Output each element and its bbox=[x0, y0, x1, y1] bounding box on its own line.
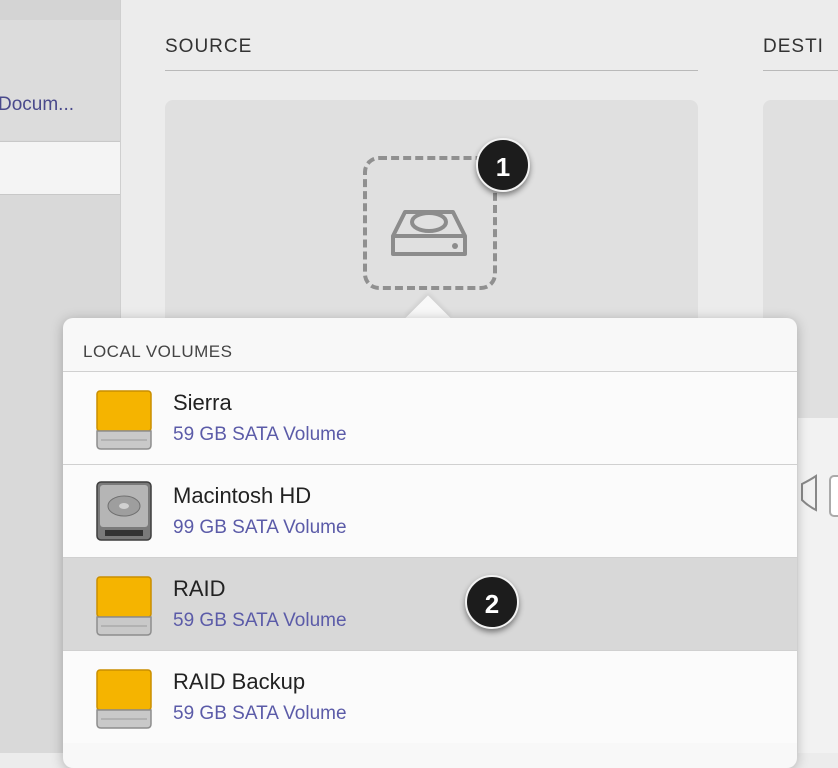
sidebar-item-blank[interactable] bbox=[0, 141, 120, 195]
volume-name: Sierra bbox=[173, 390, 232, 415]
step-badge-2: 2 bbox=[465, 575, 519, 629]
destination-section-title: DESTI bbox=[763, 36, 824, 57]
volume-detail: 99 GB SATA Volume bbox=[173, 517, 347, 538]
external-drive-icon bbox=[96, 576, 152, 636]
external-drive-icon bbox=[96, 669, 152, 729]
source-drive-selector[interactable] bbox=[363, 156, 497, 290]
volume-detail: 59 GB SATA Volume bbox=[173, 703, 347, 724]
volume-item-macintosh-hd[interactable]: Macintosh HD 99 GB SATA Volume bbox=[63, 464, 797, 557]
sidebar-item-label: Docum... bbox=[0, 94, 75, 115]
destination-divider bbox=[763, 70, 838, 71]
volume-popover: LOCAL VOLUMES Sierra 59 GB SATA Volume M… bbox=[63, 318, 797, 768]
source-divider bbox=[165, 70, 698, 71]
source-section-title: SOURCE bbox=[165, 36, 253, 57]
step-badge-1: 1 bbox=[476, 138, 530, 192]
volume-detail: 59 GB SATA Volume bbox=[173, 610, 347, 631]
sidebar-header-gap bbox=[0, 0, 120, 20]
sidebar-item-documents[interactable]: Docum... bbox=[0, 20, 120, 140]
internal-hard-disk-icon bbox=[96, 481, 152, 541]
external-drive-icon bbox=[96, 390, 152, 450]
shield-icon bbox=[801, 474, 838, 517]
destination-controls bbox=[800, 470, 838, 530]
volume-name: RAID bbox=[173, 576, 226, 601]
hard-drive-icon bbox=[391, 210, 467, 256]
volume-item-raid-backup[interactable]: RAID Backup 59 GB SATA Volume bbox=[63, 650, 797, 743]
destination-lower-area bbox=[798, 418, 838, 753]
volume-detail: 59 GB SATA Volume bbox=[173, 424, 347, 445]
volume-name: RAID Backup bbox=[173, 669, 306, 694]
volume-item-sierra[interactable]: Sierra 59 GB SATA Volume bbox=[63, 371, 797, 464]
volume-name: Macintosh HD bbox=[173, 483, 312, 508]
popover-header: LOCAL VOLUMES bbox=[83, 342, 233, 361]
volume-item-raid[interactable]: RAID 59 GB SATA Volume 2 bbox=[63, 557, 797, 650]
volume-list: Sierra 59 GB SATA Volume Macintosh HD 99… bbox=[63, 371, 797, 743]
